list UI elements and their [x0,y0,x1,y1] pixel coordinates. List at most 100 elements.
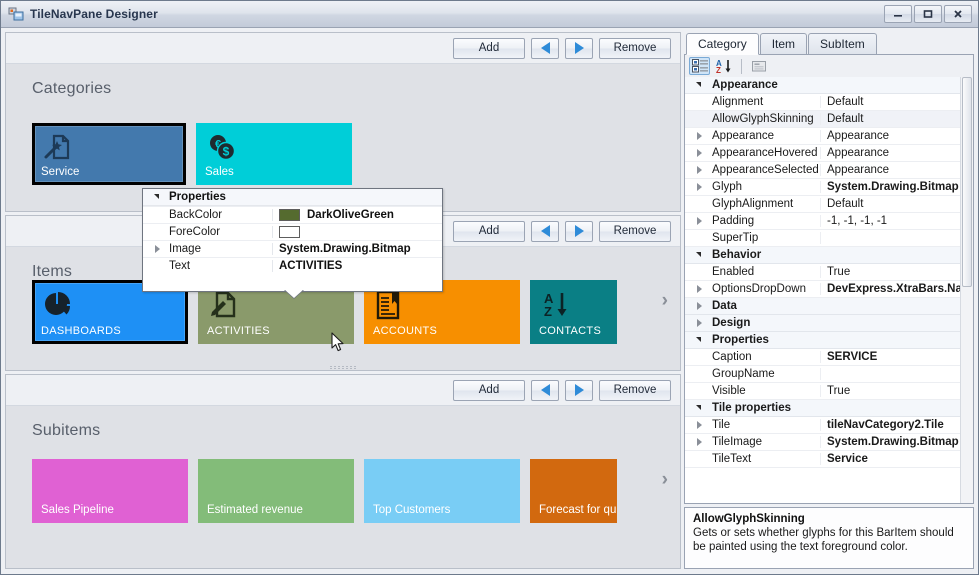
property-row-appearance[interactable]: Appearance Appearance [685,128,973,145]
subitems-remove-button[interactable]: Remove [599,379,671,401]
property-value[interactable]: Default [821,96,973,108]
subitem-tile-forecast[interactable]: Forecast for qu [530,459,617,523]
subitems-move-right-button[interactable] [565,379,593,401]
property-row-visible[interactable]: Visible True [685,383,973,400]
maximize-button[interactable] [914,5,942,23]
item-tile-contacts[interactable]: A Z CONTACTS [530,280,617,344]
property-category-data[interactable]: Data [685,298,973,315]
scrollbar-thumb[interactable] [962,77,972,287]
chevron-right-icon[interactable] [697,166,702,174]
chevron-right-icon[interactable] [697,421,702,429]
property-value[interactable]: System.Drawing.Bitmap [821,181,973,193]
subitems-move-left-button[interactable] [531,379,559,401]
property-row-appearancehovered[interactable]: AppearanceHovered Appearance [685,145,973,162]
category-tile-sales[interactable]: € $ Sales [196,123,352,185]
property-value[interactable]: True [821,385,973,397]
popup-row-backcolor[interactable]: BackColor DarkOliveGreen [143,206,442,223]
tab-subitem[interactable]: SubItem [808,33,877,54]
chevron-right-icon[interactable] [697,302,702,310]
categories-move-right-button[interactable] [565,37,593,59]
items-move-right-button[interactable] [565,220,593,242]
tab-item[interactable]: Item [759,33,808,54]
items-move-left-button[interactable] [531,220,559,242]
window-title: TileNavPane Designer [30,7,158,21]
property-category-tile-properties[interactable]: Tile properties [685,400,973,417]
property-grid-scrollbar[interactable] [960,77,973,503]
window-body: Add Remove Categories Service € $ Sales … [1,28,978,574]
subitem-tile-estimated-revenue[interactable]: Estimated revenue [198,459,354,523]
property-row-tileimage[interactable]: TileImage System.Drawing.Bitmap [685,434,973,451]
category-tile-service[interactable]: Service [32,123,186,185]
subitems-scroll-right-chevron[interactable]: › [662,469,668,491]
property-value[interactable]: System.Drawing.Bitmap [821,436,973,448]
items-remove-button[interactable]: Remove [599,220,671,242]
property-row-optionsdropdown[interactable]: OptionsDropDown DevExpress.XtraBars.Navi [685,281,973,298]
property-row-supertip[interactable]: SuperTip [685,230,973,247]
tile-caption: Service [41,166,80,178]
items-splitter-grip[interactable] [323,365,363,370]
property-value[interactable]: Default [821,113,973,125]
minimize-button[interactable] [884,5,912,23]
popup-row-image[interactable]: Image System.Drawing.Bitmap [143,240,442,257]
items-add-button[interactable]: Add [453,220,525,242]
property-row-caption[interactable]: Caption SERVICE [685,349,973,366]
property-value[interactable] [273,226,442,238]
tab-category[interactable]: Category [686,33,759,55]
subitems-section: Add Remove Subitems Sales Pipeline Estim… [5,374,681,569]
popup-category-properties[interactable]: Properties [143,189,442,206]
property-row-appearanceselected[interactable]: AppearanceSelected Appearance [685,162,973,179]
property-row-alignment[interactable]: Alignment Default [685,94,973,111]
items-scroll-right-chevron[interactable]: › [662,290,668,312]
subitems-title: Subitems [32,422,101,439]
subitem-tile-top-customers[interactable]: Top Customers [364,459,520,523]
tile-properties-popup[interactable]: Properties BackColor DarkOliveGreen Fore… [142,188,443,292]
property-value[interactable]: ACTIVITIES [273,260,442,272]
chevron-right-icon[interactable] [697,438,702,446]
categories-remove-button[interactable]: Remove [599,37,671,59]
property-value[interactable]: System.Drawing.Bitmap [273,243,442,255]
chevron-right-icon[interactable] [155,245,160,253]
property-value[interactable]: -1, -1, -1, -1 [821,215,973,227]
property-row-tile[interactable]: Tile tileNavCategory2.Tile [685,417,973,434]
categories-move-left-button[interactable] [531,37,559,59]
property-row-glyphalignment[interactable]: GlyphAlignment Default [685,196,973,213]
property-row-tiletext[interactable]: TileText Service [685,451,973,468]
chevron-right-icon[interactable] [697,183,702,191]
property-category-appearance[interactable]: Appearance [685,77,973,94]
property-grid[interactable]: Appearance Alignment Default AllowGlyphS… [684,77,974,504]
close-button[interactable] [944,5,972,23]
chevron-right-icon[interactable] [697,217,702,225]
property-value[interactable]: DarkOliveGreen [273,209,442,221]
subitem-tile-sales-pipeline[interactable]: Sales Pipeline [32,459,188,523]
chevron-right-icon[interactable] [697,132,702,140]
property-row-enabled[interactable]: Enabled True [685,264,973,281]
property-value[interactable]: Default [821,198,973,210]
popup-row-text[interactable]: Text ACTIVITIES [143,257,442,274]
property-value[interactable]: Service [821,453,973,465]
chevron-right-icon[interactable] [697,149,702,157]
property-row-groupname[interactable]: GroupName [685,366,973,383]
property-category-design[interactable]: Design [685,315,973,332]
property-value[interactable]: DevExpress.XtraBars.Navi [821,283,973,295]
alphabetical-button[interactable]: A Z [714,57,735,75]
property-category-behavior[interactable]: Behavior [685,247,973,264]
property-category-properties[interactable]: Properties [685,332,973,349]
pie-chart-icon [42,290,72,323]
property-value[interactable]: True [821,266,973,278]
property-value[interactable]: Appearance [821,164,973,176]
categorized-button[interactable] [689,57,710,75]
property-value[interactable]: SERVICE [821,351,973,363]
property-value[interactable]: tileNavCategory2.Tile [821,419,973,431]
property-value[interactable]: Appearance [821,147,973,159]
subitems-add-button[interactable]: Add [453,379,525,401]
property-name: Appearance [685,130,821,142]
chevron-right-icon[interactable] [697,285,702,293]
property-row-glyph[interactable]: Glyph System.Drawing.Bitmap [685,179,973,196]
property-row-allowglyphskinning[interactable]: AllowGlyphSkinning Default [685,111,973,128]
categories-add-button[interactable]: Add [453,37,525,59]
property-row-padding[interactable]: Padding -1, -1, -1, -1 [685,213,973,230]
property-value[interactable]: Appearance [821,130,973,142]
property-pages-button[interactable] [748,57,769,75]
popup-row-forecolor[interactable]: ForeColor [143,223,442,240]
chevron-right-icon[interactable] [697,319,702,327]
